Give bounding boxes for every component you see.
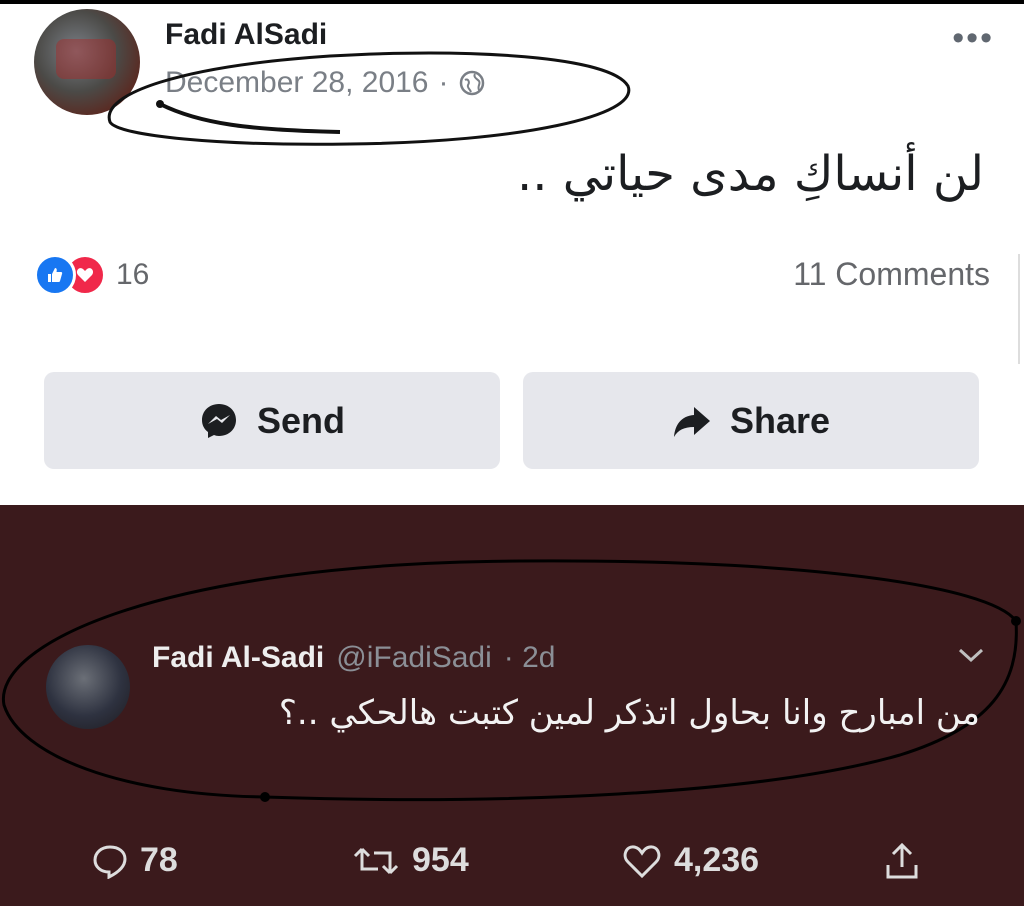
reply-button[interactable]: 78 [92,841,178,880]
like-count: 4,236 [674,841,760,879]
retweet-button[interactable]: 954 [352,841,469,880]
reactions-summary[interactable]: 16 [34,254,149,296]
chevron-down-icon[interactable] [956,645,986,665]
reaction-count: 16 [116,258,150,291]
facebook-post: Fadi AlSadi December 28, 2016 · ••• لن أ… [0,0,1024,505]
twitter-avatar[interactable] [46,645,130,729]
send-label: Send [256,399,345,441]
share-label: Share [729,399,831,441]
messenger-icon [201,403,236,438]
comments-count-link[interactable]: 11 Comments [793,256,990,293]
reply-icon [93,844,127,879]
retweet-icon [353,847,399,874]
tweet-actions: 78 954 4,236 [0,841,1024,885]
like-reaction-icon [34,254,76,296]
share-arrow-icon [673,406,710,437]
facebook-post-text: لن أنساكِ مدى حياتي .. [516,146,984,202]
reply-count: 78 [140,841,178,879]
tweet-header: Fadi Al-Sadi @iFadiSadi · 2d [152,641,555,675]
share-button[interactable]: Share [523,372,979,469]
tweet-share-button[interactable] [884,841,920,881]
tweet-author-name[interactable]: Fadi Al-Sadi [152,641,324,675]
tweet-time[interactable]: · 2d [504,641,556,675]
retweet-count: 954 [412,841,469,879]
tweet: Fadi Al-Sadi @iFadiSadi · 2d من امبارح و… [0,505,1024,906]
like-icon [623,844,661,878]
send-button[interactable]: Send [44,372,500,469]
tweet-text: من امبارح وانا بحاول اتذكر لمين كتبت هال… [278,693,980,733]
like-button[interactable]: 4,236 [622,841,759,880]
share-icon [886,842,918,879]
tweet-handle[interactable]: @iFadiSadi [336,641,492,675]
scrollbar[interactable] [1018,254,1020,364]
